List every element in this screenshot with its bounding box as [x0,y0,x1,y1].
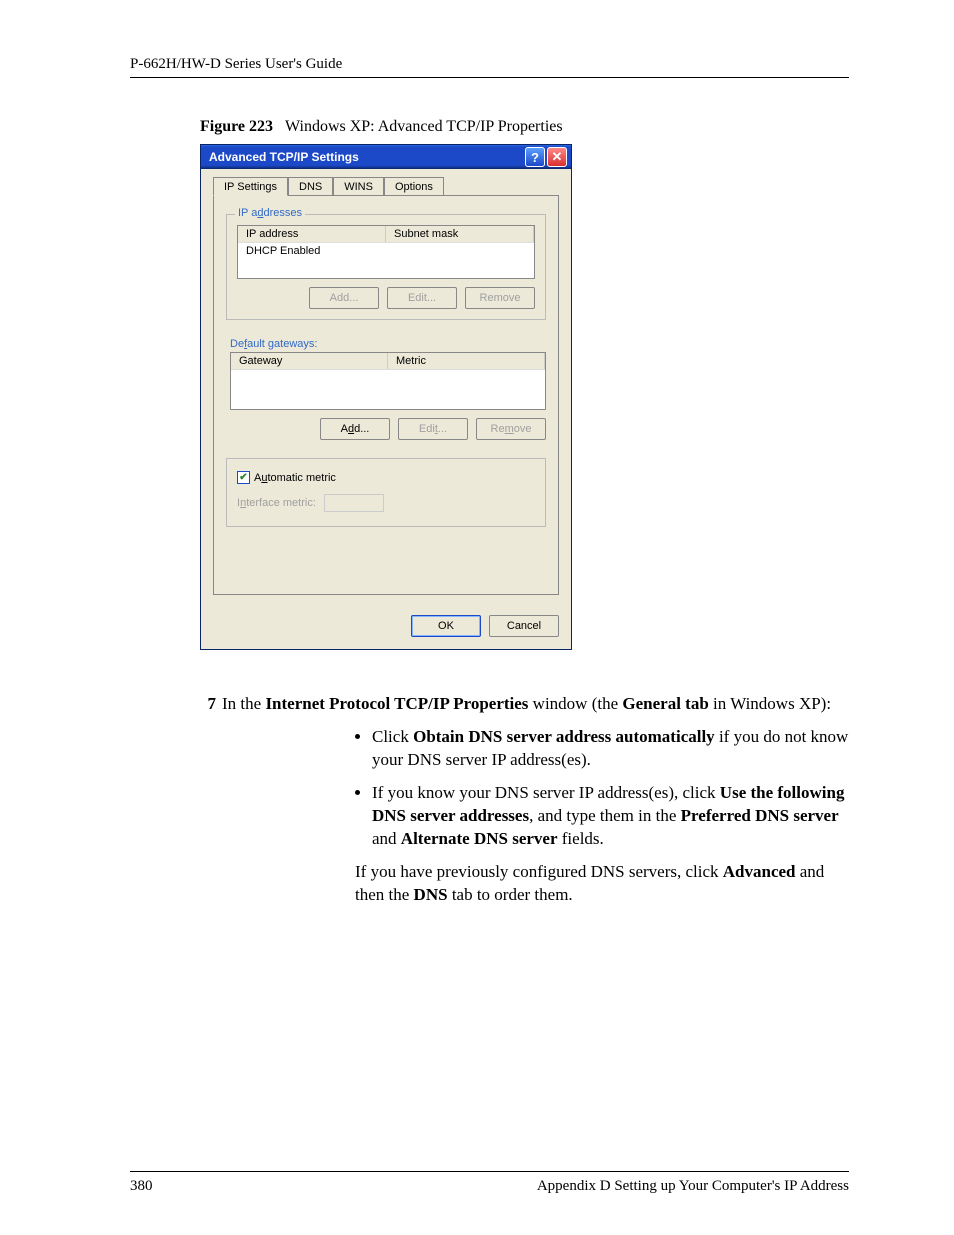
ok-button[interactable]: OK [411,615,481,637]
page-footer: 380 Appendix D Setting up Your Computer'… [130,1171,849,1195]
group-default-gateways: Default gateways: Gateway Metric Add... … [226,338,546,440]
followup-paragraph: If you have previously configured DNS se… [355,861,849,907]
gw-listview[interactable]: Gateway Metric [230,352,546,410]
help-icon[interactable]: ? [525,147,545,167]
cancel-button[interactable]: Cancel [489,615,559,637]
titlebar: Advanced TCP/IP Settings ? ✕ [201,145,571,169]
footer-section: Appendix D Setting up Your Computer's IP… [537,1178,849,1195]
ip-row-dhcp: DHCP Enabled [238,243,534,259]
xp-dialog: Advanced TCP/IP Settings ? ✕ IP Settings… [200,144,572,650]
ip-col-subnet: Subnet mask [386,226,534,242]
step-number: 7 [198,694,216,714]
ip-add-button: Add... [309,287,379,309]
ip-col-address: IP address [238,226,386,242]
gw-edit-button: Edit... [398,418,468,440]
figure-caption: Figure 223 Windows XP: Advanced TCP/IP P… [200,118,849,136]
gw-remove-button: Remove [476,418,546,440]
group-ip-legend: IP addresses [235,207,305,219]
ip-remove-button: Remove [465,287,535,309]
step-text: In the Internet Protocol TCP/IP Properti… [222,694,849,714]
group-gw-legend: Default gateways: [230,338,546,350]
gw-add-button[interactable]: Add... [320,418,390,440]
interface-metric-input [324,494,384,512]
tab-options[interactable]: Options [384,177,444,195]
page-header: P-662H/HW-D Series User's Guide [130,56,849,78]
figure-number: Figure 223 [200,118,273,135]
tab-wins[interactable]: WINS [333,177,384,195]
tab-dns[interactable]: DNS [288,177,333,195]
auto-metric-label: Automatic metric [254,472,336,484]
bullet-list: Click Obtain DNS server address automati… [355,726,849,851]
figure-title: Windows XP: Advanced TCP/IP Properties [285,118,563,135]
ip-edit-button: Edit... [387,287,457,309]
tab-strip: IP Settings DNS WINS Options [213,177,559,195]
group-metric: ✔ Automatic metric Interface metric: [226,458,546,527]
bullet-1: Click Obtain DNS server address automati… [372,726,849,772]
tab-ip-settings[interactable]: IP Settings [213,177,288,196]
group-ip-addresses: IP addresses IP address Subnet mask DHCP… [226,214,546,320]
dialog-title: Advanced TCP/IP Settings [209,150,523,164]
ip-listview[interactable]: IP address Subnet mask DHCP Enabled [237,225,535,279]
step-7: 7 In the Internet Protocol TCP/IP Proper… [198,694,849,714]
tab-panel: IP addresses IP address Subnet mask DHCP… [213,195,559,595]
auto-metric-checkbox[interactable]: ✔ [237,471,250,484]
bullet-2: If you know your DNS server IP address(e… [372,782,849,851]
interface-metric-label: Interface metric: [237,497,316,509]
gw-col-metric: Metric [388,353,545,369]
close-icon[interactable]: ✕ [547,147,567,167]
gw-col-gateway: Gateway [231,353,388,369]
page-number: 380 [130,1178,153,1195]
